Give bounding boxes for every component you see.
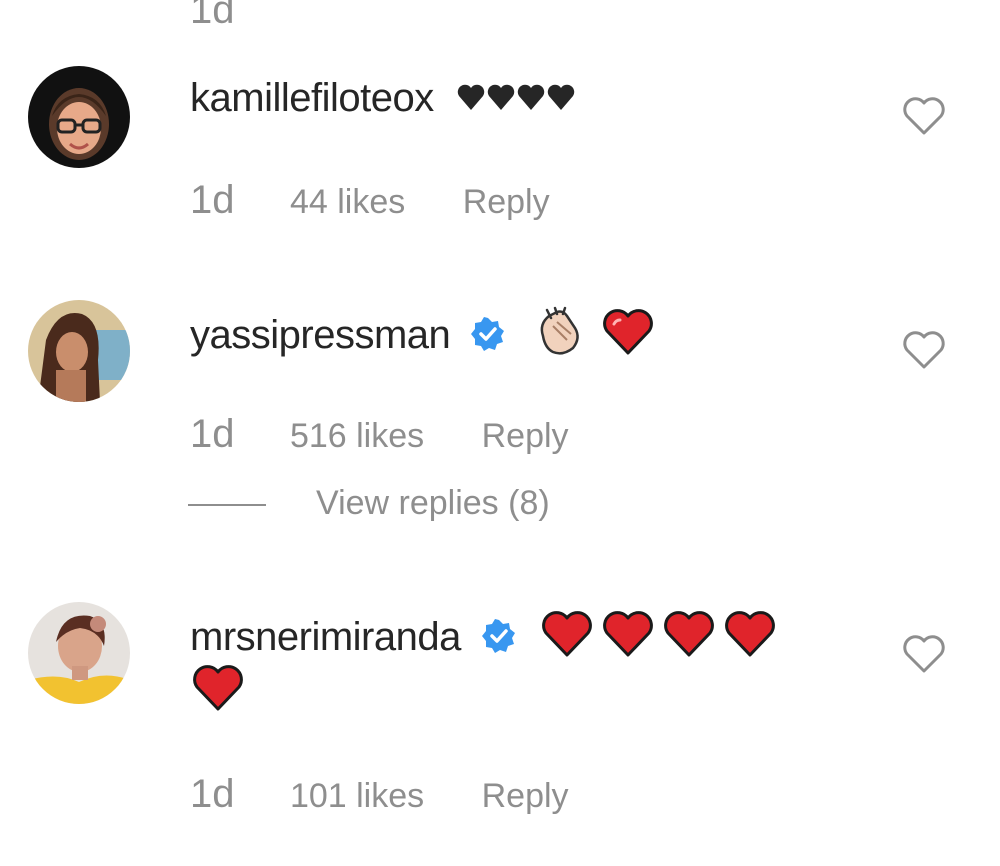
username[interactable]: kamillefiloteox: [190, 76, 434, 120]
reply-button[interactable]: Reply: [482, 777, 569, 815]
comment-meta: 1d 101 likes Reply: [190, 772, 569, 817]
red-heart-emoji: [192, 664, 244, 723]
heart-outline-icon[interactable]: [902, 634, 946, 674]
reply-button[interactable]: Reply: [482, 417, 569, 455]
avatar[interactable]: [28, 602, 130, 704]
clapping-hands-emoji: [533, 306, 585, 369]
black-heart-icon: [457, 76, 577, 124]
red-heart-emoji: [602, 308, 654, 367]
verified-badge-icon: [481, 616, 516, 664]
comment-text: yassipressman: [190, 306, 654, 369]
comment-text: mrsnerimiranda: [190, 610, 781, 669]
avatar[interactable]: [28, 66, 130, 168]
reply-button[interactable]: Reply: [463, 183, 550, 221]
comment-meta: 1d 44 likes Reply: [190, 178, 550, 223]
view-replies-label: View replies (8): [316, 484, 550, 522]
username[interactable]: yassipressman: [190, 313, 451, 357]
comment-likes[interactable]: 516 likes: [290, 417, 424, 455]
comment-time: 1d: [190, 772, 235, 816]
comment-meta: 1d 516 likes Reply: [190, 412, 569, 457]
heart-outline-icon[interactable]: [902, 96, 946, 136]
comment-likes[interactable]: 44 likes: [290, 183, 405, 221]
comments-panel: 1d kamillefiloteox 1d 44 likes Reply yas…: [0, 0, 1000, 866]
comment-text-continuation: [192, 664, 244, 723]
comment-time: 1d: [190, 178, 235, 222]
red-heart-emoji: [541, 610, 781, 669]
previous-comment-time: 1d: [190, 0, 235, 32]
username[interactable]: mrsnerimiranda: [190, 615, 461, 659]
replies-divider: [188, 504, 266, 507]
comment-time: 1d: [190, 412, 235, 456]
comment-text: kamillefiloteox: [190, 74, 577, 124]
comment-likes[interactable]: 101 likes: [290, 777, 424, 815]
avatar[interactable]: [28, 300, 130, 402]
view-replies-button[interactable]: View replies (8): [188, 484, 550, 528]
heart-outline-icon[interactable]: [902, 330, 946, 370]
verified-badge-icon: [471, 314, 505, 362]
